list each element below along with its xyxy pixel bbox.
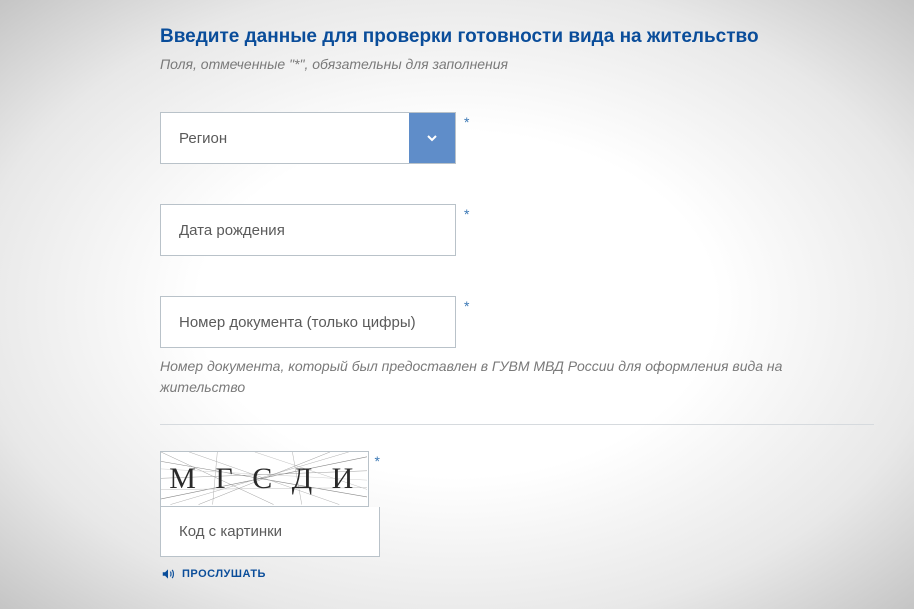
birthdate-field-row: * bbox=[160, 204, 874, 256]
chevron-down-icon bbox=[409, 113, 455, 163]
docnumber-description: Номер документа, который был предоставле… bbox=[160, 356, 860, 398]
listen-link[interactable]: ПРОСЛУШАТЬ bbox=[160, 567, 380, 581]
required-asterisk: * bbox=[375, 453, 380, 469]
captcha-block: М Г С Д И * ПРОСЛУШАТЬ bbox=[160, 451, 380, 581]
divider bbox=[160, 424, 874, 425]
listen-label: ПРОСЛУШАТЬ bbox=[182, 568, 266, 580]
docnumber-field-row: * bbox=[160, 296, 874, 348]
form-container: Введите данные для проверки готовности в… bbox=[0, 0, 914, 581]
region-select[interactable]: Регион bbox=[160, 112, 456, 164]
required-asterisk: * bbox=[464, 206, 469, 222]
region-field-row: Регион * bbox=[160, 112, 874, 164]
required-hint: Поля, отмеченные "*", обязательны для за… bbox=[160, 56, 874, 72]
required-asterisk: * bbox=[464, 298, 469, 314]
region-placeholder: Регион bbox=[161, 113, 409, 163]
captcha-input[interactable] bbox=[160, 507, 380, 557]
required-asterisk: * bbox=[464, 114, 469, 130]
docnumber-input[interactable] bbox=[160, 296, 456, 348]
birthdate-input[interactable] bbox=[160, 204, 456, 256]
captcha-text: М Г С Д И bbox=[169, 462, 359, 496]
page-title: Введите данные для проверки готовности в… bbox=[160, 26, 874, 48]
captcha-image: М Г С Д И bbox=[160, 451, 369, 507]
speaker-icon bbox=[160, 567, 176, 581]
